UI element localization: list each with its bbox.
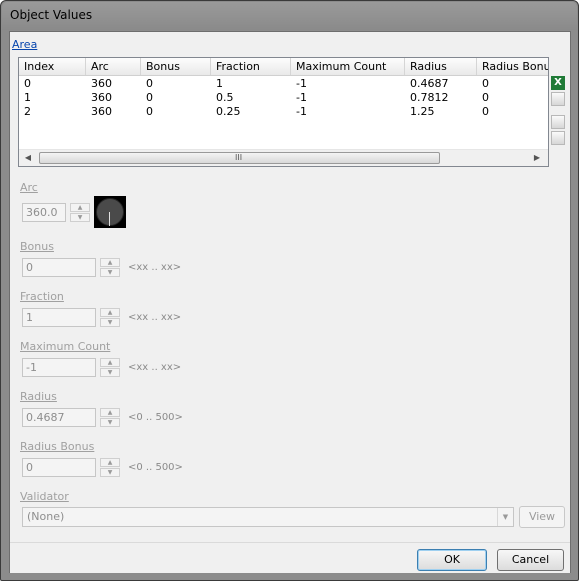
table-row[interactable]: 0 360 0 1 -1 0.4687 0 — [19, 77, 548, 91]
spin-down-icon[interactable]: ▼ — [100, 418, 120, 427]
fraction-spinner[interactable]: ▲ ▼ — [100, 308, 120, 327]
spin-down-icon[interactable]: ▼ — [100, 468, 120, 477]
table-body: 0 360 0 1 -1 0.4687 0 1 360 0 0.5 -1 0.7… — [19, 77, 548, 139]
cell-index: 1 — [24, 91, 31, 104]
validator-label: Validator — [20, 490, 69, 503]
title-bar[interactable]: Object Values — [2, 2, 577, 30]
values-table[interactable]: Index Arc Bonus Fraction Maximum Count R… — [18, 57, 549, 167]
validator-select[interactable]: (None) ▼ — [22, 507, 514, 527]
chevron-down-icon[interactable]: ▼ — [497, 508, 513, 526]
column-header-radius[interactable]: Radius — [405, 58, 477, 75]
horizontal-scrollbar[interactable]: ◀ III ▶ — [19, 149, 548, 166]
dialog-button-bar: OK Cancel — [10, 542, 570, 573]
radius-range: <0 .. 500> — [128, 412, 183, 423]
cell-fraction: 0.5 — [216, 91, 234, 104]
spin-up-icon[interactable]: ▲ — [100, 308, 120, 317]
spin-down-icon[interactable]: ▼ — [100, 268, 120, 277]
ok-button[interactable]: OK — [417, 549, 487, 571]
cell-arc: 360 — [91, 91, 112, 104]
cell-fraction: 0.25 — [216, 105, 241, 118]
column-header-radius-bonus[interactable]: Radius Bonus — [477, 58, 548, 75]
fraction-range: <xx .. xx> — [128, 312, 182, 323]
radius-spinner[interactable]: ▲ ▼ — [100, 408, 120, 427]
excel-export-icon[interactable]: X — [551, 76, 565, 90]
cell-maximum-count: -1 — [296, 77, 307, 90]
cell-bonus: 0 — [146, 77, 153, 90]
add-row-button[interactable] — [551, 92, 565, 106]
radius-bonus-range: <0 .. 500> — [128, 462, 183, 473]
bonus-range: <xx .. xx> — [128, 262, 182, 273]
arc-dial[interactable] — [94, 196, 126, 228]
arc-label: Arc — [20, 181, 38, 194]
spin-down-icon[interactable]: ▼ — [100, 368, 120, 377]
radius-label: Radius — [20, 390, 57, 403]
dialog-client-area: Area Index Arc Bonus Fraction Maximum Co… — [9, 31, 571, 573]
area-link[interactable]: Area — [12, 38, 37, 51]
spin-down-icon[interactable]: ▼ — [100, 318, 120, 327]
object-values-window: Object Values Area Index Arc Bonus Fract… — [0, 0, 579, 581]
table-row[interactable]: 1 360 0 0.5 -1 0.7812 0 — [19, 91, 548, 105]
window-title: Object Values — [10, 8, 93, 22]
validator-selected-value: (None) — [27, 510, 65, 523]
cell-index: 0 — [24, 77, 31, 90]
radius-bonus-spinner[interactable]: ▲ ▼ — [100, 458, 120, 477]
spin-down-icon[interactable]: ▼ — [70, 213, 90, 222]
cell-radius-bonus: 0 — [482, 91, 489, 104]
dial-circle-icon — [96, 198, 124, 226]
cell-radius: 0.7812 — [410, 91, 449, 104]
spin-up-icon[interactable]: ▲ — [100, 258, 120, 267]
scrollbar-thumb[interactable]: III — [39, 152, 440, 164]
column-header-bonus[interactable]: Bonus — [141, 58, 211, 75]
cell-radius: 1.25 — [410, 105, 435, 118]
table-header: Index Arc Bonus Fraction Maximum Count R… — [19, 58, 548, 76]
cell-arc: 360 — [91, 105, 112, 118]
cell-radius-bonus: 0 — [482, 77, 489, 90]
fraction-field[interactable]: 1 — [22, 308, 96, 327]
column-header-maximum-count[interactable]: Maximum Count — [291, 58, 405, 75]
scroll-left-icon[interactable]: ◀ — [20, 152, 36, 164]
maximum-count-field[interactable]: -1 — [22, 358, 96, 377]
cell-maximum-count: -1 — [296, 91, 307, 104]
maximum-count-label: Maximum Count — [20, 340, 111, 353]
radius-field[interactable]: 0.4687 — [22, 408, 96, 427]
maximum-count-range: <xx .. xx> — [128, 362, 182, 373]
fraction-label: Fraction — [20, 290, 64, 303]
cell-fraction: 1 — [216, 77, 223, 90]
spin-up-icon[interactable]: ▲ — [100, 458, 120, 467]
dial-needle-icon — [109, 212, 110, 226]
cell-radius-bonus: 0 — [482, 105, 489, 118]
spin-up-icon[interactable]: ▲ — [100, 358, 120, 367]
column-header-arc[interactable]: Arc — [86, 58, 141, 75]
spin-up-icon[interactable]: ▲ — [100, 408, 120, 417]
cancel-button[interactable]: Cancel — [497, 549, 564, 571]
cell-maximum-count: -1 — [296, 105, 307, 118]
column-header-fraction[interactable]: Fraction — [211, 58, 291, 75]
cell-bonus: 0 — [146, 105, 153, 118]
cell-bonus: 0 — [146, 91, 153, 104]
maximum-count-spinner[interactable]: ▲ ▼ — [100, 358, 120, 377]
column-header-index[interactable]: Index — [19, 58, 86, 75]
delete-row-button[interactable] — [551, 131, 565, 145]
arc-spinner[interactable]: ▲ ▼ — [70, 203, 90, 222]
radius-bonus-field[interactable]: 0 — [22, 458, 96, 477]
table-row[interactable]: 2 360 0 0.25 -1 1.25 0 — [19, 105, 548, 119]
bonus-label: Bonus — [20, 240, 54, 253]
spin-up-icon[interactable]: ▲ — [70, 203, 90, 212]
move-row-button[interactable] — [551, 115, 565, 129]
radius-bonus-label: Radius Bonus — [20, 440, 95, 453]
cell-arc: 360 — [91, 77, 112, 90]
arc-field[interactable]: 360.0 — [22, 203, 66, 222]
scroll-right-icon[interactable]: ▶ — [529, 152, 545, 164]
scrollbar-grip: III — [235, 153, 243, 162]
view-button[interactable]: View — [519, 506, 565, 528]
cell-index: 2 — [24, 105, 31, 118]
bonus-field[interactable]: 0 — [22, 258, 96, 277]
bonus-spinner[interactable]: ▲ ▼ — [100, 258, 120, 277]
cell-radius: 0.4687 — [410, 77, 449, 90]
